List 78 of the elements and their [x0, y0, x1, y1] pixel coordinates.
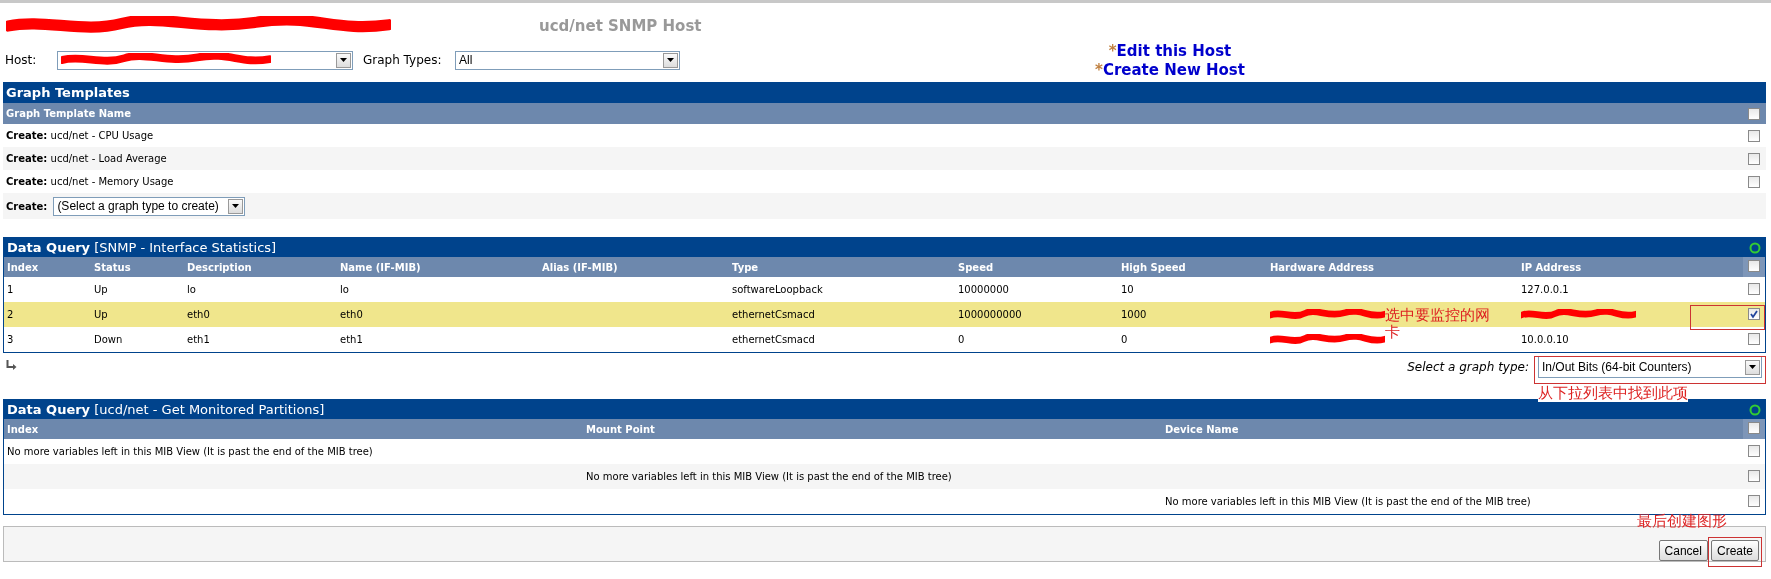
checkbox[interactable] — [1748, 494, 1760, 507]
table-cell: lo — [337, 277, 539, 302]
graph-type-select[interactable]: (Select a graph type to create) — [53, 196, 246, 216]
annotation-note: 选中要监控的网卡 — [1385, 307, 1491, 341]
return-arrow-icon — [6, 360, 17, 370]
column-header: Speed — [958, 261, 994, 273]
column-header: Description — [187, 261, 252, 273]
table-cell: 1000000000 — [955, 302, 1118, 327]
column-header: Name (IF-MIB) — [340, 261, 421, 273]
table-cell: 10 — [1118, 277, 1267, 302]
table-cell: eth0 — [337, 302, 539, 327]
column-header: Type — [732, 261, 759, 273]
checkbox[interactable] — [1748, 332, 1760, 345]
page-title: ucd/net SNMP Host — [539, 17, 702, 35]
checkbox[interactable] — [1748, 307, 1760, 320]
table-cell: No more variables left in this MIB View (It is past the end of the MIB tree) — [583, 464, 1162, 489]
table-cell: 0 — [955, 327, 1118, 352]
circle-icon[interactable] — [1749, 403, 1761, 416]
table-cell: 2 — [4, 302, 91, 327]
table-cell: 10.0.0.10 — [1518, 327, 1743, 352]
table-cell: 1000 — [1118, 302, 1267, 327]
checkbox[interactable] — [1748, 422, 1760, 434]
checkbox[interactable] — [1748, 152, 1760, 165]
checkbox[interactable] — [1748, 107, 1760, 120]
column-header: Mount Point — [586, 423, 655, 435]
table-cell: Up — [91, 302, 184, 327]
column-header: Index — [7, 423, 39, 435]
table-cell: 0 — [1118, 327, 1267, 352]
panel-header: Data Query [ucd/net - Get Monitored Partitions] — [7, 402, 325, 417]
action-button[interactable]: Create — [1710, 540, 1759, 561]
checkbox[interactable] — [1748, 444, 1760, 457]
graph-types-select[interactable]: All — [455, 50, 680, 70]
checkbox[interactable] — [1748, 129, 1760, 142]
table-cell: 3 — [4, 327, 91, 352]
table-cell: eth1 — [184, 327, 337, 352]
circle-icon[interactable] — [1749, 241, 1761, 254]
table-cell: Up — [91, 277, 184, 302]
table-cell: lo — [184, 277, 337, 302]
table-cell: 127.0.0.1 — [1518, 277, 1743, 302]
field-label: Graph Types: — [363, 53, 443, 67]
table-cell: No more variables left in this MIB View (It is past the end of the MIB tree) — [4, 439, 583, 464]
panel-header: Graph Templates — [3, 82, 1766, 103]
checkbox[interactable] — [1748, 175, 1760, 188]
graph-type-select[interactable]: In/Out Bits (64-bit Counters) — [1538, 356, 1762, 378]
table-cell: Down — [91, 327, 184, 352]
checkbox[interactable] — [1748, 260, 1760, 272]
annotation-note: 从下拉列表中找到此项 — [1538, 385, 1688, 402]
checkbox[interactable] — [1748, 282, 1760, 295]
template-name: Create: ucd/net - Memory Usage — [6, 176, 174, 187]
annotation-note: 最后创建图形 — [1636, 513, 1727, 530]
column-header: Status — [94, 261, 131, 273]
column-header: High Speed — [1121, 261, 1186, 273]
column-header: Alias (IF-MIB) — [542, 261, 618, 273]
table-cell: 1 — [4, 277, 91, 302]
highlight-box — [1707, 537, 1762, 567]
column-header: Index — [7, 261, 39, 273]
host-select[interactable] — [57, 50, 353, 70]
field-label: Host: — [5, 53, 38, 67]
table-cell: softwareLoopback — [729, 277, 955, 302]
table-cell: No more variables left in this MIB View (It is past the end of the MIB tree) — [1162, 489, 1743, 514]
column-header: Graph Template Name — [6, 108, 132, 119]
column-header: Hardware Address — [1270, 261, 1375, 273]
table-cell: eth1 — [337, 327, 539, 352]
field-label: Create: — [6, 200, 48, 212]
template-name: Create: ucd/net - CPU Usage — [6, 130, 154, 141]
table-cell: eth0 — [184, 302, 337, 327]
table-cell: ethernetCsmacd — [729, 302, 955, 327]
table-cell: ethernetCsmacd — [729, 327, 955, 352]
link[interactable]: *Create New Host — [1095, 62, 1245, 78]
template-name: Create: ucd/net - Load Average — [6, 153, 167, 164]
panel-header: Data Query [SNMP - Interface Statistics] — [7, 240, 277, 255]
link[interactable]: *Edit this Host — [1108, 43, 1232, 59]
table-cell: 10000000 — [955, 277, 1118, 302]
column-header: IP Address — [1521, 261, 1582, 273]
checkbox[interactable] — [1748, 469, 1760, 482]
field-label: Select a graph type: — [1407, 360, 1529, 374]
column-header: Device Name — [1165, 423, 1239, 435]
action-button[interactable]: Cancel — [1658, 540, 1708, 561]
